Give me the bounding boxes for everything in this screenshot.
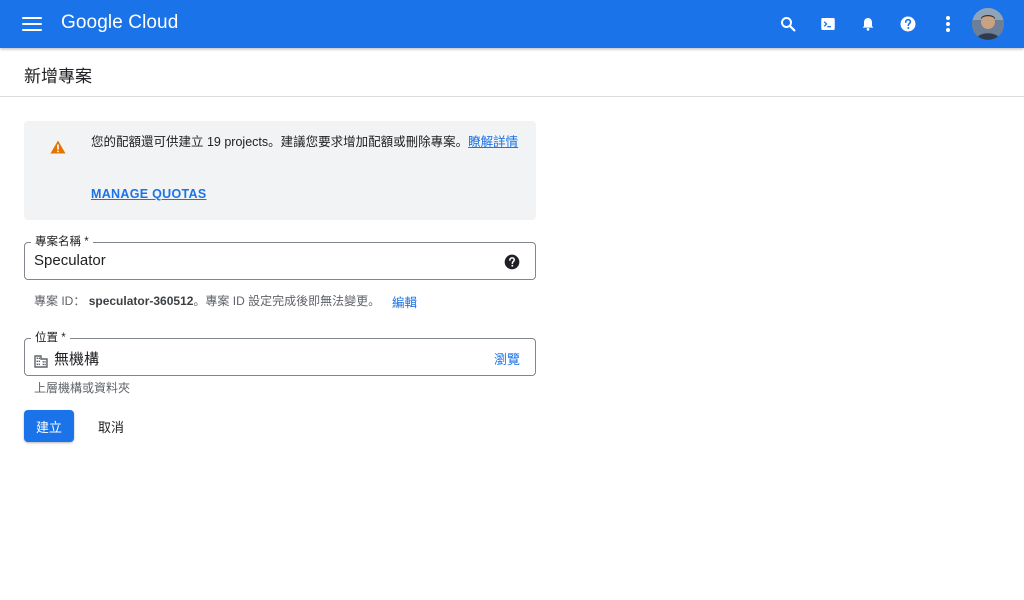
help-icon[interactable] (896, 12, 920, 36)
help-circle-icon[interactable] (504, 254, 520, 270)
warning-icon (50, 140, 66, 154)
more-vert-icon[interactable] (936, 12, 960, 36)
top-app-bar: Google Cloud (0, 0, 1024, 48)
project-id-hint: 專案 ID： speculator-360512。專案 ID 設定完成後即無法變… (34, 292, 380, 309)
learn-more-link[interactable]: 瞭解詳情 (468, 135, 518, 149)
cancel-button[interactable]: 取消 (88, 410, 134, 442)
organization-icon (34, 355, 48, 368)
quota-message: 您的配額還可供建立 19 projects。建議您要求增加配額或刪除專案。 (91, 135, 469, 149)
cloud-shell-icon[interactable] (816, 12, 840, 36)
edit-project-id-link[interactable]: 編輯 (392, 292, 417, 311)
search-icon[interactable] (776, 12, 800, 36)
location-value: 無機構 (54, 351, 100, 368)
location-field[interactable]: 位置 * 無機構 瀏覽 (24, 331, 536, 376)
project-id-label: 專案 ID： (34, 294, 86, 308)
page-title: 新增專案 (24, 67, 92, 86)
browse-button[interactable]: 瀏覽 (494, 349, 520, 368)
menu-icon[interactable] (22, 15, 42, 33)
project-name-input[interactable] (34, 252, 494, 269)
account-avatar[interactable] (972, 8, 1004, 40)
quota-notice: 您的配額還可供建立 19 projects。建議您要求增加配額或刪除專案。瞭解詳… (24, 121, 536, 220)
location-label: 位置 * (31, 331, 70, 345)
manage-quotas-link[interactable]: MANAGE QUOTAS (91, 187, 206, 201)
project-name-label: 專案名稱 * (31, 235, 93, 249)
location-hint: 上層機構或資料夾 (34, 381, 131, 395)
notifications-icon[interactable] (856, 12, 880, 36)
project-id-value: speculator-360512 (88, 294, 194, 308)
quota-notice-text: 您的配額還可供建立 19 projects。建議您要求增加配額或刪除專案。瞭解詳… (91, 132, 523, 152)
page-header: 新增專案 (0, 48, 1024, 97)
project-name-field: 專案名稱 * (24, 235, 536, 280)
brand-logo[interactable]: Google Cloud (61, 12, 178, 34)
create-button[interactable]: 建立 (24, 410, 74, 442)
project-id-suffix: 。專案 ID 設定完成後即無法變更。 (193, 294, 381, 308)
